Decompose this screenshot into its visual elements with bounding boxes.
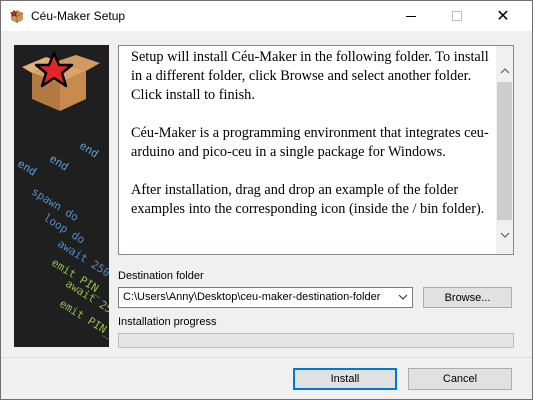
chevron-down-icon bbox=[500, 232, 509, 238]
code-line: end bbox=[15, 157, 39, 179]
install-button[interactable]: Install bbox=[293, 368, 397, 390]
close-icon: ✕ bbox=[496, 6, 510, 25]
info-text-box[interactable]: Setup will install Céu-Maker in the foll… bbox=[118, 45, 514, 255]
destination-folder-select[interactable]: C:\Users\Anny\Desktop\ceu-maker-destinat… bbox=[118, 287, 413, 308]
code-line: end bbox=[47, 152, 71, 174]
divider bbox=[1, 357, 532, 358]
destination-folder-label: Destination folder bbox=[118, 270, 204, 282]
installation-progress-bar bbox=[118, 333, 514, 348]
info-paragraph: After installation, drag and drop an exa… bbox=[131, 182, 485, 217]
code-line: end bbox=[77, 139, 101, 161]
browse-button[interactable]: Browse... bbox=[423, 287, 512, 308]
chevron-down-icon bbox=[398, 294, 408, 300]
logo-box-icon bbox=[22, 51, 100, 111]
app-icon bbox=[9, 9, 25, 23]
info-text: Setup will install Céu-Maker in the foll… bbox=[131, 48, 491, 238]
close-button[interactable]: ✕ bbox=[480, 1, 526, 31]
window-title: Céu-Maker Setup bbox=[31, 9, 126, 23]
minimize-button[interactable] bbox=[388, 1, 434, 31]
scroll-up-button[interactable] bbox=[496, 62, 513, 79]
minimize-icon bbox=[406, 15, 416, 17]
maximize-button bbox=[434, 1, 480, 31]
sidebar-banner: end end end spawn do loop do await 250 e… bbox=[14, 45, 109, 347]
cancel-button[interactable]: Cancel bbox=[408, 368, 512, 390]
destination-folder-value: C:\Users\Anny\Desktop\ceu-maker-destinat… bbox=[123, 291, 381, 303]
maximize-icon bbox=[452, 11, 462, 21]
installation-progress-label: Installation progress bbox=[118, 316, 217, 328]
scroll-thumb[interactable] bbox=[497, 82, 512, 220]
scroll-down-button[interactable] bbox=[496, 226, 513, 243]
info-paragraph: Setup will install Céu-Maker in the foll… bbox=[131, 49, 489, 103]
setup-window: Céu-Maker Setup ✕ end end end spawn do l… bbox=[0, 0, 533, 400]
vertical-scrollbar[interactable] bbox=[496, 46, 513, 254]
chevron-up-icon bbox=[500, 67, 509, 73]
title-bar: Céu-Maker Setup ✕ bbox=[1, 1, 532, 31]
info-paragraph: Céu-Maker is a programming environment t… bbox=[131, 125, 489, 160]
